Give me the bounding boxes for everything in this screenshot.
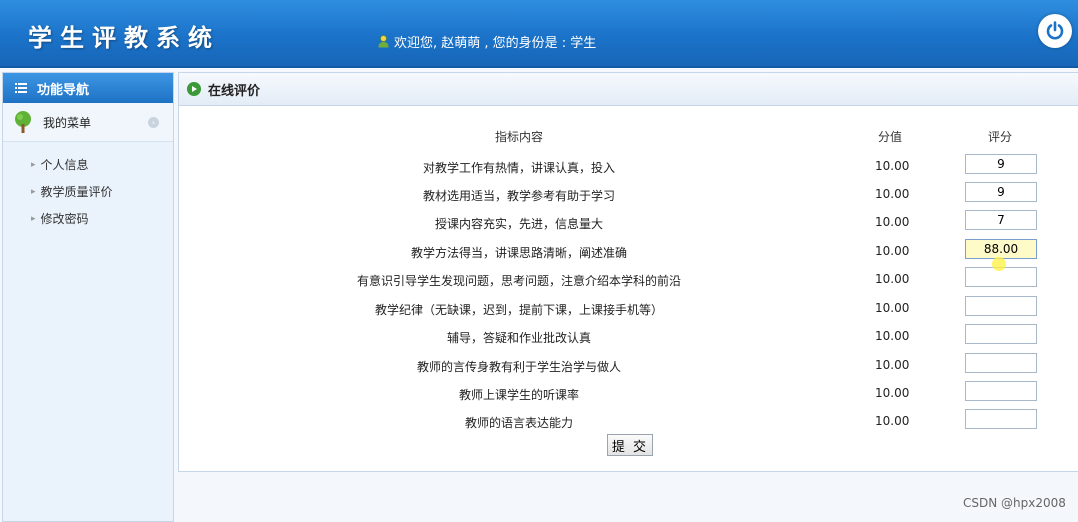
score-input[interactable] — [965, 154, 1037, 174]
score-input[interactable] — [965, 182, 1037, 202]
max-score: 10.00 — [875, 272, 910, 286]
indicator-text: 教师的言传身教有利于学生治学与做人 — [416, 360, 621, 374]
power-icon — [1046, 21, 1064, 40]
indicator-text: 有意识引导学生发现问题，思考问题，注意介绍本学科的前沿 — [356, 274, 681, 288]
table-row: 教学纪律（无缺课，迟到，提前下课，上课接手机等） 10.00 — [179, 295, 1078, 323]
table-row: 辅导，答疑和作业批改认真 10.00 — [179, 323, 1078, 351]
my-menu-label: 我的菜单 — [43, 115, 92, 130]
arrow-right-icon: ▸ — [31, 186, 36, 197]
table-row: 教材选用适当，教学参考有助于学习 10.00 — [179, 181, 1078, 209]
indicator-text: 教材选用适当，教学参考有助于学习 — [422, 189, 615, 203]
collapse-icon[interactable]: › — [148, 117, 159, 128]
column-header-score: 评分 — [988, 130, 1013, 144]
list-icon — [15, 83, 27, 93]
score-input[interactable] — [965, 324, 1037, 344]
sidebar-item-label: 个人信息 — [40, 158, 89, 172]
watermark: CSDN @hpx2008 — [963, 496, 1066, 510]
score-input[interactable] — [965, 210, 1037, 230]
score-input[interactable] — [965, 353, 1037, 373]
table-row: 教学方法得当，讲课思路清晰，阐述准确 10.00 — [179, 238, 1078, 266]
column-header-max: 分值 — [878, 130, 903, 144]
table-row: 授课内容充实，先进，信息量大 10.00 — [179, 209, 1078, 237]
table-row: 教师的语言表达能力 10.00 — [179, 408, 1078, 436]
max-score: 10.00 — [875, 244, 910, 258]
app-title: 学生评教系统 — [28, 23, 220, 52]
sidebar-item-label: 教学质量评价 — [40, 185, 113, 199]
max-score: 10.00 — [875, 187, 910, 201]
sidebar-item-label: 修改密码 — [40, 212, 89, 226]
indicator-text: 教师上课学生的听课率 — [458, 388, 579, 402]
menu-list: ▸ 个人信息 ▸ 教学质量评价 ▸ 修改密码 — [3, 142, 173, 232]
score-input[interactable] — [965, 296, 1037, 316]
user-icon — [378, 35, 389, 48]
submit-button[interactable]: 提 交 — [607, 434, 653, 456]
panel-title: 在线评价 — [208, 83, 261, 99]
max-score: 10.00 — [875, 329, 910, 343]
play-icon — [187, 82, 201, 96]
evaluation-panel: 在线评价 指标内容 分值 评分 对教学工作有热情，讲课认真，投入 10.00 教… — [178, 72, 1078, 472]
table-row: 对教学工作有热情，讲课认真，投入 10.00 — [179, 153, 1078, 181]
indicator-text: 授课内容充实，先进，信息量大 — [434, 217, 603, 231]
welcome-message: 欢迎您, 赵萌萌 , 您的身份是 : 学生 — [378, 32, 596, 51]
table-row: 教师上课学生的听课率 10.00 — [179, 380, 1078, 408]
logout-button[interactable] — [1038, 14, 1072, 48]
sidebar-item-change-password[interactable]: ▸ 修改密码 — [3, 205, 173, 232]
table-row: 有意识引导学生发现问题，思考问题，注意介绍本学科的前沿 10.00 — [179, 266, 1078, 294]
tree-icon — [15, 111, 31, 133]
max-score: 10.00 — [875, 215, 910, 229]
sidebar-header-label: 功能导航 — [37, 82, 90, 98]
score-input[interactable] — [965, 381, 1037, 401]
arrow-right-icon: ▸ — [31, 159, 36, 170]
indicator-text: 教学方法得当，讲课思路清晰，阐述准确 — [410, 246, 627, 260]
max-score: 10.00 — [875, 358, 910, 372]
indicator-text: 教师的语言表达能力 — [464, 416, 573, 430]
score-input[interactable] — [965, 409, 1037, 429]
max-score: 10.00 — [875, 159, 910, 173]
cursor-highlight — [992, 257, 1006, 271]
arrow-right-icon: ▸ — [31, 213, 36, 224]
sidebar-item-personal-info[interactable]: ▸ 个人信息 — [3, 151, 173, 178]
sidebar-header: 功能导航 — [3, 73, 173, 103]
panel-header: 在线评价 — [179, 73, 1078, 106]
score-input-active[interactable] — [965, 239, 1037, 259]
column-header-indicator: 指标内容 — [495, 130, 544, 144]
max-score: 10.00 — [875, 386, 910, 400]
sidebar: 功能导航 我的菜单 › ▸ 个人信息 ▸ 教学质量评价 ▸ 修改密码 — [2, 72, 174, 522]
max-score: 10.00 — [875, 414, 910, 428]
welcome-text: 欢迎您, 赵萌萌 , 您的身份是 : 学生 — [394, 36, 597, 51]
my-menu-group[interactable]: 我的菜单 › — [3, 103, 173, 142]
sidebar-item-teaching-evaluation[interactable]: ▸ 教学质量评价 — [3, 178, 173, 205]
indicator-text: 教学纪律（无缺课，迟到，提前下课，上课接手机等） — [374, 303, 663, 317]
table-row: 教师的言传身教有利于学生治学与做人 10.00 — [179, 352, 1078, 380]
indicator-text: 辅导，答疑和作业批改认真 — [446, 331, 591, 345]
max-score: 10.00 — [875, 301, 910, 315]
indicator-text: 对教学工作有热情，讲课认真，投入 — [422, 161, 615, 175]
app-header: 学生评教系统 欢迎您, 赵萌萌 , 您的身份是 : 学生 — [0, 0, 1078, 68]
